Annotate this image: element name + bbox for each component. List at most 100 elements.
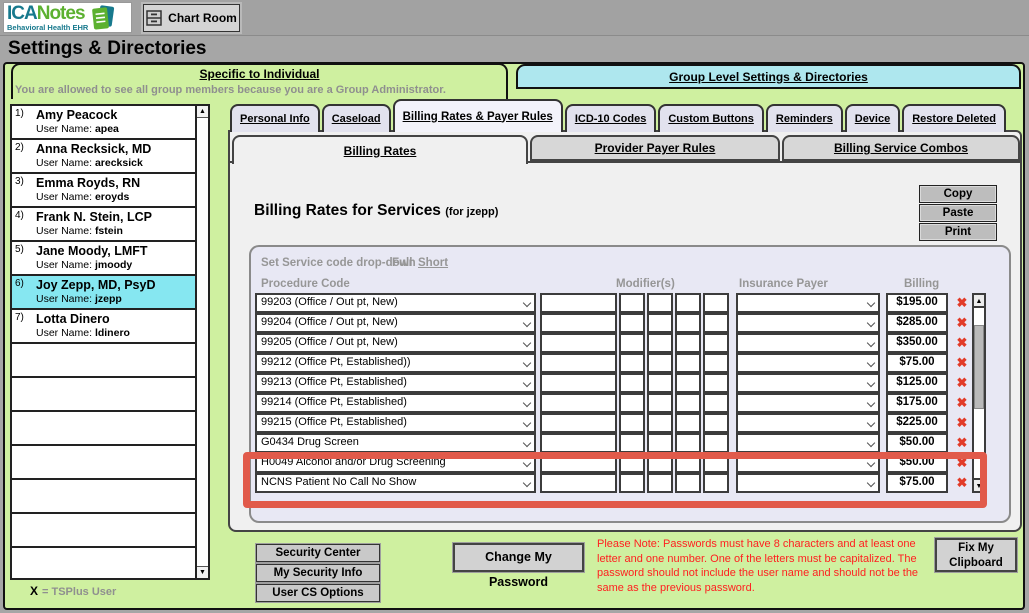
insurance-payer-select[interactable] — [736, 333, 880, 353]
billing-amount-field[interactable]: $50.00 — [886, 453, 948, 473]
tab-personal-info[interactable]: Personal Info — [230, 104, 320, 132]
user-list-item-lotta-dinero[interactable]: 7) Lotta Dinero User Name: ldinero — [12, 310, 195, 344]
member-list-scrollbar[interactable]: ▲ ▼ — [195, 106, 208, 578]
insurance-payer-select[interactable] — [736, 313, 880, 333]
paste-button[interactable]: Paste — [919, 204, 997, 222]
billing-amount-field[interactable]: $175.00 — [886, 393, 948, 413]
procedure-code-select[interactable]: 99204 (Office / Out pt, New) — [255, 313, 536, 333]
modifier-input-2[interactable] — [647, 473, 673, 493]
modifier-input-3[interactable] — [675, 373, 701, 393]
insurance-payer-select[interactable] — [736, 413, 880, 433]
procedure-code-select[interactable]: 99214 (Office Pt, Established) — [255, 393, 536, 413]
modifier-input-main[interactable] — [540, 433, 617, 453]
delete-row-icon[interactable]: ✖ — [954, 373, 970, 393]
modifier-input-3[interactable] — [675, 473, 701, 493]
user-list-empty-row[interactable] — [12, 412, 195, 446]
modifier-input-main[interactable] — [540, 473, 617, 493]
modifier-input-1[interactable] — [619, 473, 645, 493]
insurance-payer-select[interactable] — [736, 393, 880, 413]
modifier-input-main[interactable] — [540, 413, 617, 433]
modifier-input-3[interactable] — [675, 313, 701, 333]
change-my-password-button[interactable]: Change My Password — [453, 543, 584, 572]
modifier-input-2[interactable] — [647, 393, 673, 413]
user-list-item-jane-moody-lmft[interactable]: 5) Jane Moody, LMFT User Name: jmoody — [12, 242, 195, 276]
user-list-empty-row[interactable] — [12, 344, 195, 378]
modifier-input-1[interactable] — [619, 313, 645, 333]
full-link[interactable]: Full — [392, 257, 412, 269]
modifier-input-main[interactable] — [540, 393, 617, 413]
modifier-input-2[interactable] — [647, 353, 673, 373]
delete-row-icon[interactable]: ✖ — [954, 393, 970, 413]
billing-amount-field[interactable]: $225.00 — [886, 413, 948, 433]
modifier-input-2[interactable] — [647, 453, 673, 473]
modifier-input-2[interactable] — [647, 333, 673, 353]
modifier-input-4[interactable] — [703, 413, 729, 433]
modifier-input-3[interactable] — [675, 453, 701, 473]
table-scrollbar-thumb[interactable] — [974, 325, 984, 409]
modifier-input-1[interactable] — [619, 373, 645, 393]
delete-row-icon[interactable]: ✖ — [954, 413, 970, 433]
chart-room-button[interactable]: Chart Room — [143, 4, 240, 32]
my-security-info-button[interactable]: My Security Info — [256, 564, 380, 582]
security-center-button[interactable]: Security Center — [256, 544, 380, 562]
modifier-input-4[interactable] — [703, 353, 729, 373]
modifier-input-main[interactable] — [540, 353, 617, 373]
tab-custom-buttons[interactable]: Custom Buttons — [658, 104, 764, 132]
modifier-input-3[interactable] — [675, 333, 701, 353]
delete-row-icon[interactable]: ✖ — [954, 473, 970, 493]
user-list-empty-row[interactable] — [12, 446, 195, 480]
user-list-item-joy-zepp-md-psyd[interactable]: 6) Joy Zepp, MD, PsyD User Name: jzepp — [12, 276, 195, 310]
print-button[interactable]: Print — [919, 223, 997, 241]
modifier-input-1[interactable] — [619, 393, 645, 413]
modifier-input-3[interactable] — [675, 433, 701, 453]
subtab-billing-service-combos[interactable]: Billing Service Combos — [782, 135, 1020, 161]
billing-amount-field[interactable]: $125.00 — [886, 373, 948, 393]
tab-caseload[interactable]: Caseload — [322, 104, 391, 132]
procedure-code-select[interactable]: G0434 Drug Screen — [255, 433, 536, 453]
table-scroll-up-icon[interactable]: ▲ — [974, 295, 984, 308]
modifier-input-4[interactable] — [703, 393, 729, 413]
tab-specific-to-individual[interactable]: Specific to Individual You are allowed t… — [11, 63, 508, 99]
subtab-provider-payer-rules[interactable]: Provider Payer Rules — [530, 135, 780, 161]
user-list-empty-row[interactable] — [12, 480, 195, 514]
modifier-input-4[interactable] — [703, 313, 729, 333]
user-list-empty-row[interactable] — [12, 378, 195, 412]
delete-row-icon[interactable]: ✖ — [954, 353, 970, 373]
modifier-input-1[interactable] — [619, 333, 645, 353]
modifier-input-4[interactable] — [703, 333, 729, 353]
billing-amount-field[interactable]: $75.00 — [886, 473, 948, 493]
tab-restore-deleted[interactable]: Restore Deleted — [902, 104, 1006, 132]
user-cs-options-button[interactable]: User CS Options — [256, 584, 380, 602]
modifier-input-main[interactable] — [540, 333, 617, 353]
procedure-code-select[interactable]: 99212 (Office Pt, Established)) — [255, 353, 536, 373]
subtab-billing-rates[interactable]: Billing Rates — [232, 135, 528, 164]
tab-icd-10-codes[interactable]: ICD-10 Codes — [565, 104, 657, 132]
user-list-item-frank-n-stein-lcp[interactable]: 4) Frank N. Stein, LCP User Name: fstein — [12, 208, 195, 242]
short-link[interactable]: Short — [418, 257, 448, 269]
modifier-input-2[interactable] — [647, 433, 673, 453]
tab-device[interactable]: Device — [845, 104, 900, 132]
billing-amount-field[interactable]: $350.00 — [886, 333, 948, 353]
fix-my-clipboard-button[interactable]: Fix My Clipboard — [935, 538, 1017, 572]
modifier-input-2[interactable] — [647, 373, 673, 393]
delete-row-icon[interactable]: ✖ — [954, 453, 970, 473]
procedure-code-select[interactable]: 99215 (Office Pt, Established) — [255, 413, 536, 433]
modifier-input-4[interactable] — [703, 293, 729, 313]
billing-amount-field[interactable]: $50.00 — [886, 433, 948, 453]
insurance-payer-select[interactable] — [736, 473, 880, 493]
insurance-payer-select[interactable] — [736, 453, 880, 473]
modifier-input-main[interactable] — [540, 293, 617, 313]
modifier-input-2[interactable] — [647, 313, 673, 333]
procedure-code-select[interactable]: 99205 (Office / Out pt, New) — [255, 333, 536, 353]
billing-amount-field[interactable]: $285.00 — [886, 313, 948, 333]
insurance-payer-select[interactable] — [736, 433, 880, 453]
user-list-empty-row[interactable] — [12, 548, 195, 578]
modifier-input-1[interactable] — [619, 433, 645, 453]
user-list-empty-row[interactable] — [12, 514, 195, 548]
copy-button[interactable]: Copy — [919, 185, 997, 203]
modifier-input-1[interactable] — [619, 293, 645, 313]
modifier-input-main[interactable] — [540, 313, 617, 333]
tab-reminders[interactable]: Reminders — [766, 104, 843, 132]
modifier-input-1[interactable] — [619, 453, 645, 473]
modifier-input-1[interactable] — [619, 413, 645, 433]
